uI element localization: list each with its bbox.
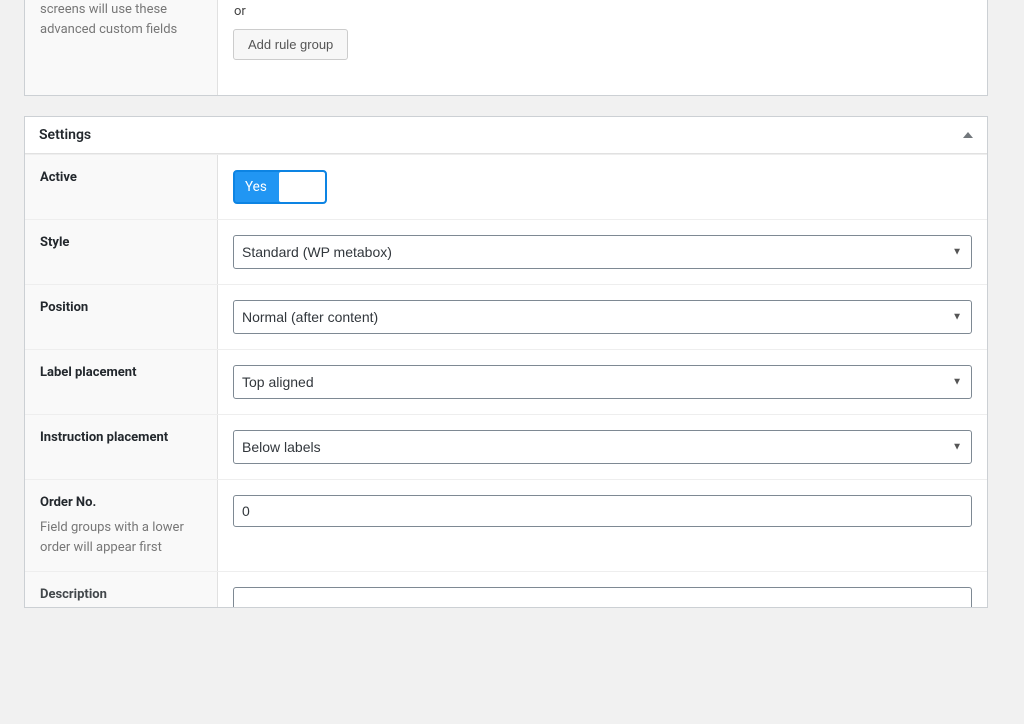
style-label: Style: [40, 234, 205, 252]
add-rule-group-button[interactable]: Add rule group: [233, 29, 348, 60]
settings-row-active: Active Yes: [25, 154, 987, 219]
location-rules-description: screens will use these advanced custom f…: [40, 2, 177, 37]
active-toggle[interactable]: Yes: [233, 170, 327, 204]
label-placement-select[interactable]: Top aligned: [233, 365, 972, 399]
settings-row-label-placement: Label placement Top aligned: [25, 349, 987, 414]
settings-panel-title: Settings: [39, 127, 91, 143]
settings-panel: Settings Active Yes Style Standard (WP m…: [24, 116, 988, 608]
label-placement-label: Label placement: [40, 364, 205, 382]
settings-row-instruction-placement: Instruction placement Below labels: [25, 414, 987, 479]
active-toggle-knob: [279, 172, 325, 202]
position-select[interactable]: Normal (after content): [233, 300, 972, 334]
location-rules-sidebar: screens will use these advanced custom f…: [25, 0, 218, 95]
collapse-icon: [963, 132, 973, 138]
active-label: Active: [40, 169, 205, 187]
instruction-placement-select[interactable]: Below labels: [233, 430, 972, 464]
position-label: Position: [40, 299, 205, 317]
style-select[interactable]: Standard (WP metabox): [233, 235, 972, 269]
rule-group-or-label: or: [234, 4, 972, 19]
location-rules-body: or Add rule group: [218, 0, 987, 95]
active-toggle-on-text: Yes: [235, 172, 279, 202]
order-no-label: Order No.: [40, 494, 205, 512]
order-no-description: Field groups with a lower order will app…: [40, 518, 205, 557]
settings-panel-header[interactable]: Settings: [25, 117, 987, 154]
settings-row-position: Position Normal (after content): [25, 284, 987, 349]
description-input[interactable]: [233, 587, 972, 607]
settings-row-description: Description: [25, 571, 987, 607]
settings-row-style: Style Standard (WP metabox): [25, 219, 987, 284]
instruction-placement-label: Instruction placement: [40, 429, 205, 447]
settings-row-order-no: Order No. Field groups with a lower orde…: [25, 479, 987, 571]
description-label: Description: [40, 586, 205, 604]
order-no-input[interactable]: [233, 495, 972, 527]
location-rules-panel: screens will use these advanced custom f…: [24, 0, 988, 96]
